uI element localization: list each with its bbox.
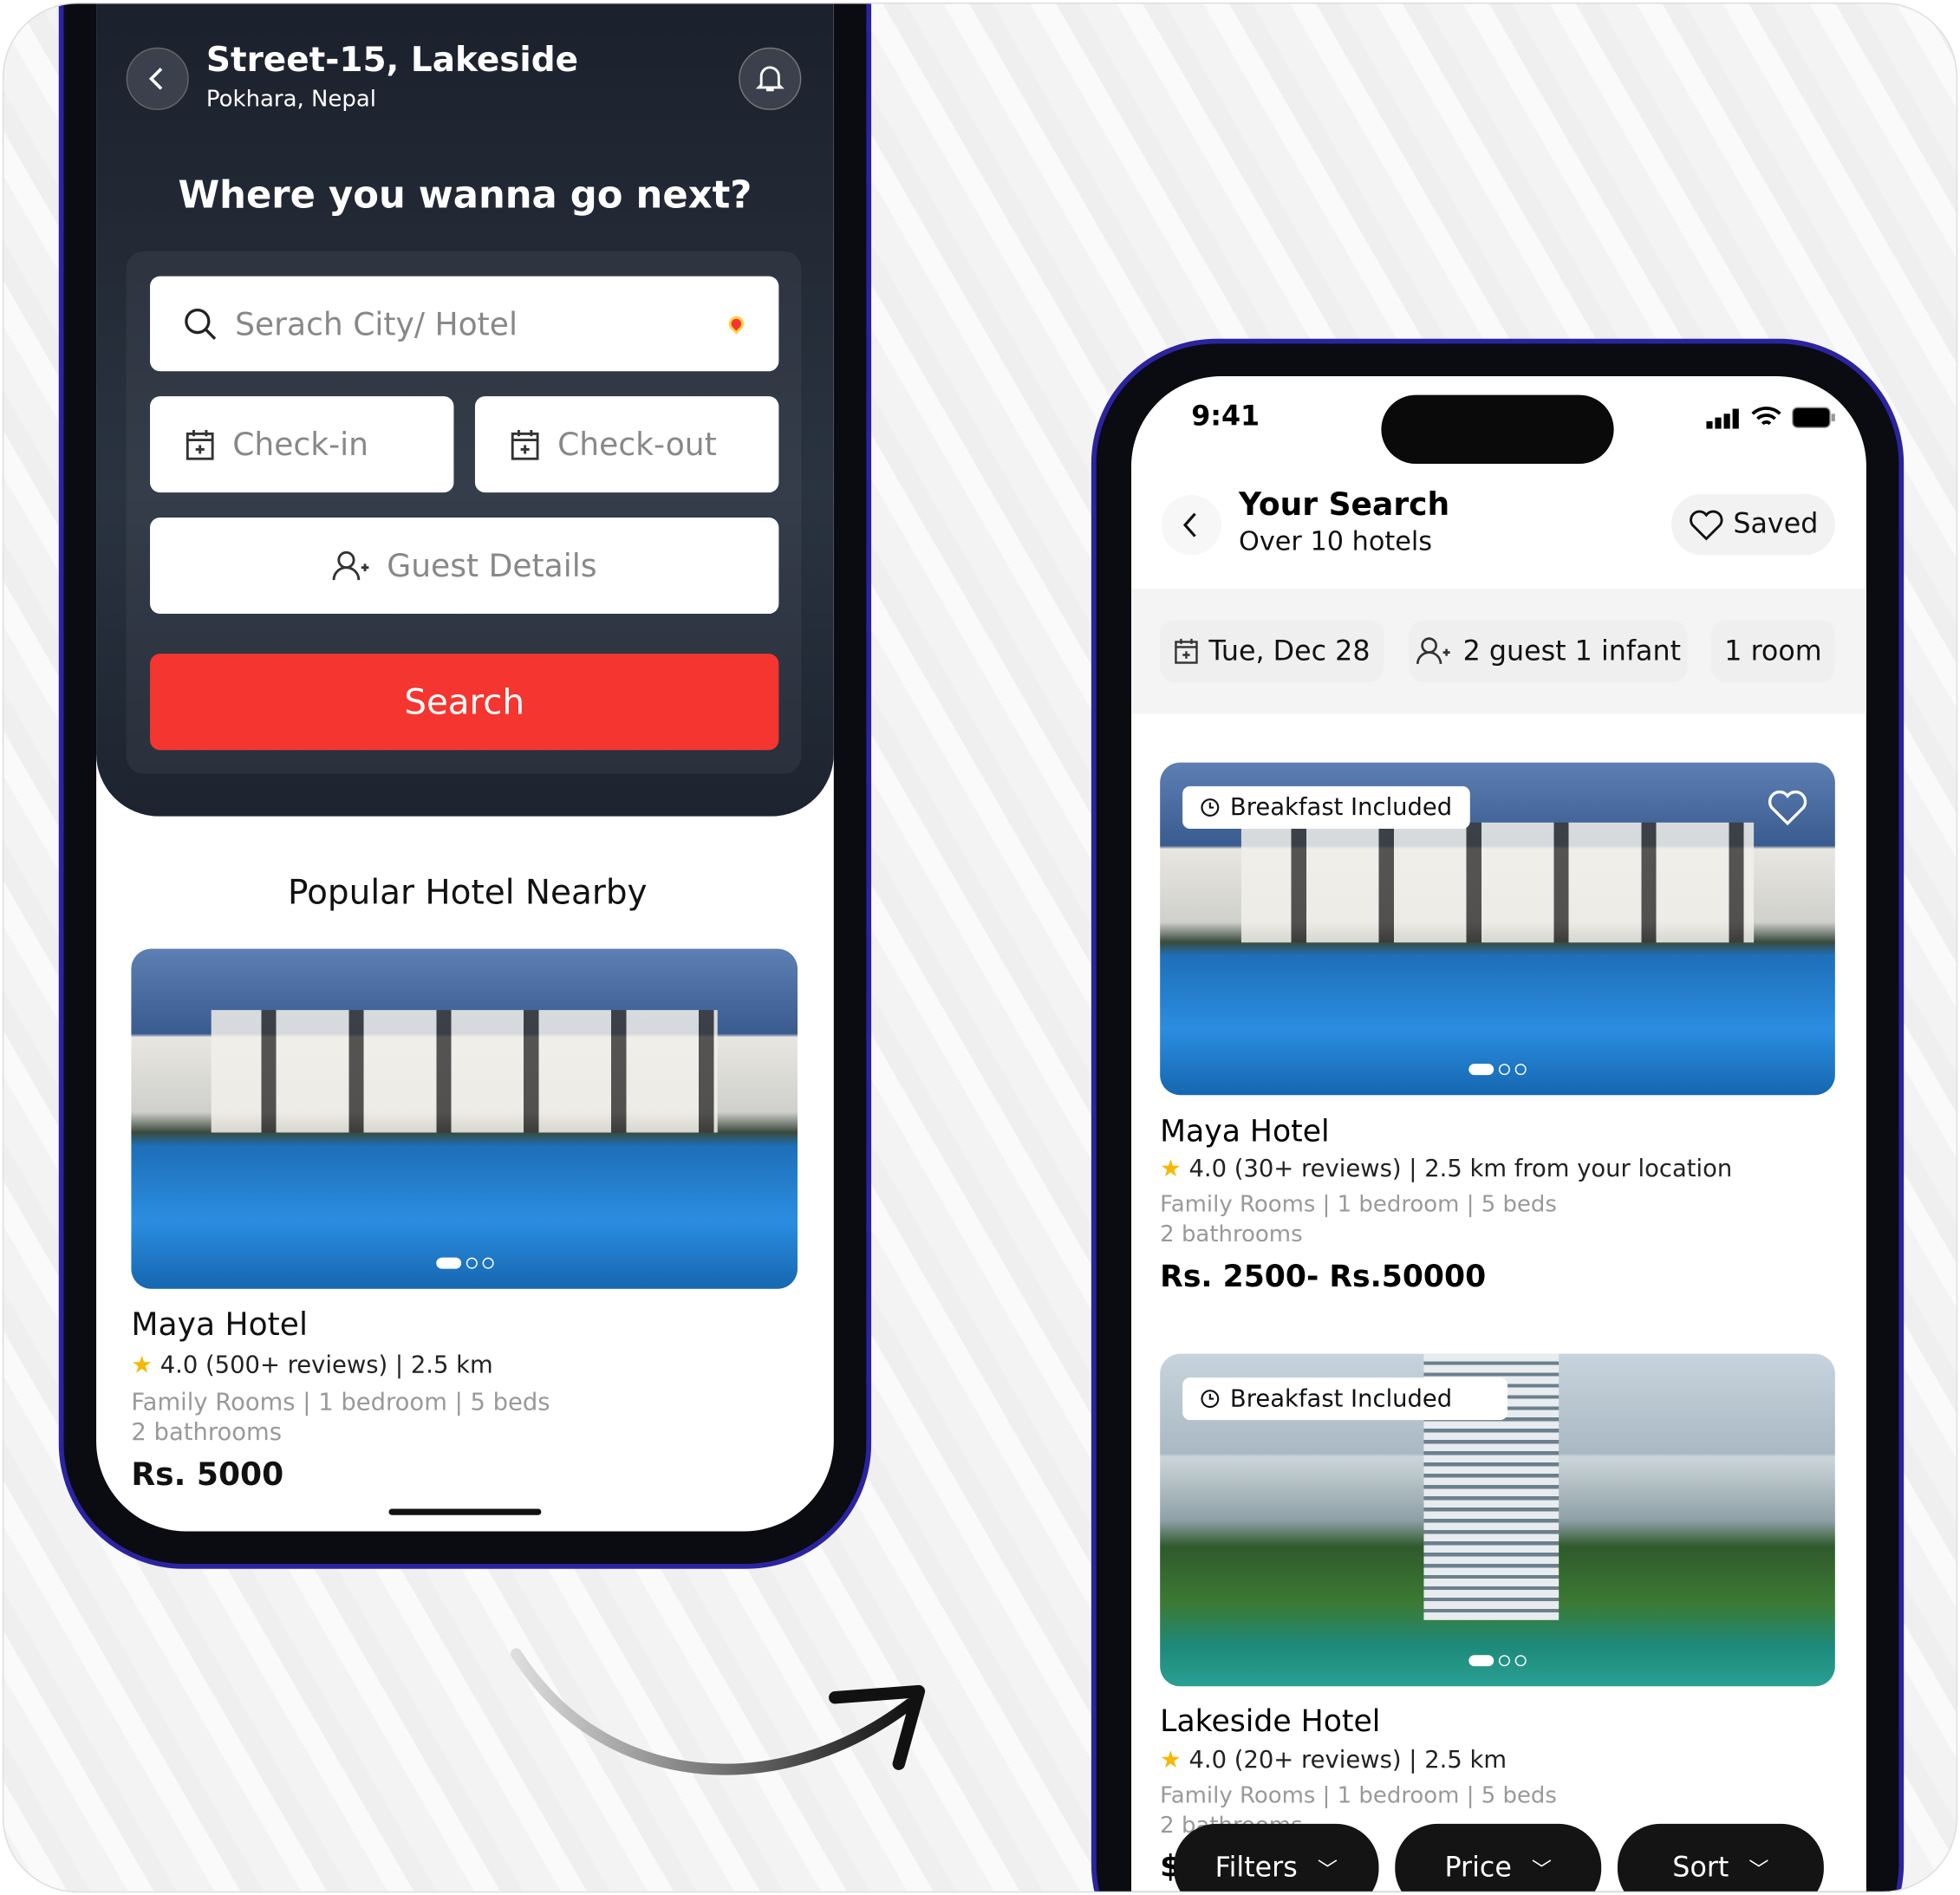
search-placeholder: Serach City/ Hotel: [235, 305, 518, 342]
hotel-rating: ★ 4.0 (20+ reviews) | 2.5 km: [1160, 1746, 1507, 1774]
battery-icon: [1792, 407, 1835, 428]
hotel-rating: ★ 4.0 (500+ reviews) | 2.5 km: [131, 1351, 492, 1379]
chevron-left-icon: [1182, 512, 1196, 537]
price-label: Price: [1444, 1852, 1512, 1884]
date-label: Tue, Dec 28: [1208, 635, 1371, 667]
rooms-chip[interactable]: 1 room: [1711, 620, 1835, 683]
check-out-label: Check-out: [557, 426, 717, 463]
home-indicator: [388, 1508, 542, 1515]
breakfast-badge: Breakfast Included: [1182, 1377, 1507, 1421]
hotel-price: Rs. 2500- Rs.50000: [1160, 1259, 1487, 1294]
filters-button[interactable]: Filters ﹀: [1174, 1823, 1379, 1892]
location-subtitle: Pokhara, Nepal: [205, 86, 376, 113]
hotel-name[interactable]: Maya Hotel: [131, 1306, 308, 1343]
check-in-input[interactable]: Check-in: [150, 396, 454, 493]
add-user-icon: [333, 550, 370, 580]
hotel-rooms: Family Rooms | 1 bedroom | 5 beds: [131, 1389, 550, 1416]
calendar-icon: [511, 429, 539, 459]
clock-icon: [1201, 798, 1220, 817]
add-user-icon: [1416, 637, 1451, 665]
back-button[interactable]: [1161, 495, 1221, 556]
background-card: Street-15, Lakeside Pokhara, Nepal Where…: [2, 2, 1958, 1893]
hotel-name[interactable]: Maya Hotel: [1160, 1114, 1329, 1149]
star-icon: ★: [131, 1351, 153, 1379]
badge-text: Breakfast Included: [1229, 793, 1453, 822]
star-icon: ★: [1160, 1155, 1182, 1183]
hotel-image[interactable]: [131, 948, 798, 1289]
hotel-name[interactable]: Lakeside Hotel: [1160, 1703, 1380, 1738]
location-title: Street-15, Lakeside: [205, 41, 579, 81]
favorite-heart-icon[interactable]: [1767, 789, 1809, 826]
check-in-label: Check-in: [232, 426, 368, 463]
carousel-dots[interactable]: [435, 1257, 493, 1269]
heart-icon: [1689, 509, 1722, 540]
bell-icon: [755, 66, 785, 92]
rating-text: 4.0 (20+ reviews) | 2.5 km: [1188, 1746, 1507, 1775]
saved-button[interactable]: Saved: [1670, 493, 1835, 556]
chevron-down-icon: ﹀: [1748, 1857, 1769, 1882]
arrow-icon: [511, 1648, 926, 1775]
hotel-price: Rs. 5000: [131, 1455, 284, 1493]
page-title: Your Search: [1239, 485, 1450, 523]
results-count: Over 10 hotels: [1239, 526, 1433, 557]
hotel-baths: 2 bathrooms: [1160, 1221, 1303, 1248]
page-heading: Where you wanna go next?: [178, 173, 752, 218]
search-button[interactable]: Search: [150, 654, 779, 751]
section-title: Popular Hotel Nearby: [288, 873, 648, 913]
notification-button[interactable]: [739, 47, 802, 110]
carousel-dots[interactable]: [1468, 1655, 1527, 1667]
clock-icon: [1201, 1390, 1220, 1409]
right-phone-screen: 9:41 Your Search Over 10 hotels Saved Tu…: [1131, 376, 1866, 1892]
sort-button[interactable]: Sort ﹀: [1617, 1823, 1824, 1892]
rating-text: 4.0 (30+ reviews) | 2.5 km from your loc…: [1188, 1155, 1733, 1183]
back-button[interactable]: [126, 47, 189, 110]
guests-label: 2 guest 1 infant: [1462, 635, 1682, 667]
check-out-input[interactable]: Check-out: [474, 396, 779, 493]
status-icons: [1706, 407, 1836, 429]
location-pin-icon[interactable]: [726, 313, 747, 335]
breakfast-badge: Breakfast Included: [1182, 786, 1470, 830]
price-button[interactable]: Price ﹀: [1395, 1823, 1602, 1892]
hotel-rooms: Family Rooms | 1 bedroom | 5 beds: [1160, 1782, 1557, 1809]
left-phone-screen: Street-15, Lakeside Pokhara, Nepal Where…: [96, 3, 834, 1532]
filters-label: Filters: [1214, 1852, 1298, 1884]
status-time: 9:41: [1191, 400, 1260, 433]
dynamic-island: [1381, 394, 1614, 464]
calendar-icon: [186, 429, 214, 459]
guest-details-label: Guest Details: [387, 547, 597, 584]
saved-label: Saved: [1733, 508, 1819, 540]
signal-icon: [1706, 408, 1739, 429]
wifi-icon: [1751, 407, 1781, 426]
date-chip[interactable]: Tue, Dec 28: [1160, 620, 1384, 683]
sort-label: Sort: [1672, 1852, 1729, 1884]
search-icon: [185, 308, 217, 340]
hotel-baths: 2 bathrooms: [131, 1418, 282, 1447]
badge-text: Breakfast Included: [1229, 1384, 1453, 1413]
chevron-down-icon: ﹀: [1317, 1857, 1338, 1882]
search-input[interactable]: Serach City/ Hotel: [150, 276, 779, 372]
hotel-rating: ★ 4.0 (30+ reviews) | 2.5 km from your l…: [1160, 1155, 1732, 1182]
chevron-left-icon: [148, 68, 163, 90]
hotel-rooms: Family Rooms | 1 bedroom | 5 beds: [1160, 1191, 1557, 1218]
star-icon: ★: [1160, 1746, 1182, 1775]
chevron-down-icon: ﹀: [1531, 1857, 1553, 1882]
calendar-icon: [1175, 638, 1198, 664]
guest-details-input[interactable]: Guest Details: [150, 517, 779, 615]
rating-text: 4.0 (500+ reviews) | 2.5 km: [160, 1351, 493, 1379]
carousel-dots[interactable]: [1468, 1064, 1527, 1076]
guests-chip[interactable]: 2 guest 1 infant: [1409, 620, 1688, 683]
